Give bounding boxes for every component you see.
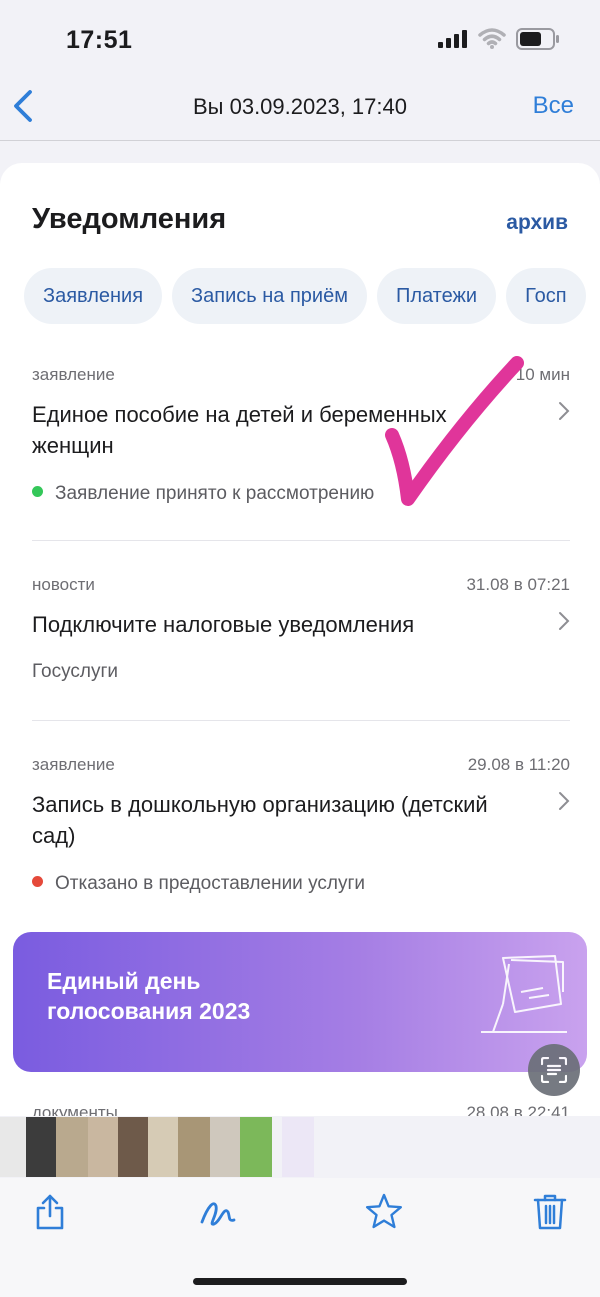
item-title: Подключите налоговые уведомления bbox=[32, 612, 415, 637]
notification-item[interactable]: заявление 29.08 в 11:20 Запись в дошколь… bbox=[32, 755, 570, 895]
thumbnail[interactable] bbox=[210, 1117, 240, 1177]
divider bbox=[32, 540, 570, 541]
item-status-text: Заявление принято к рассмотрению bbox=[55, 483, 375, 504]
thumbnail[interactable] bbox=[0, 1117, 26, 1177]
item-status-text: Отказано в предоставлении услуги bbox=[55, 873, 365, 894]
thumbnail-strip[interactable] bbox=[0, 1116, 600, 1178]
wifi-icon bbox=[478, 28, 506, 49]
all-photos-button[interactable]: Все bbox=[533, 92, 574, 120]
status-bar: 17:51 bbox=[0, 0, 600, 70]
item-time: 10 мин bbox=[515, 365, 570, 384]
battery-icon bbox=[516, 28, 559, 50]
thumbnail[interactable] bbox=[178, 1117, 210, 1177]
thumbnail[interactable] bbox=[88, 1117, 118, 1177]
trash-icon[interactable] bbox=[530, 1192, 570, 1232]
notification-item[interactable]: заявление 10 мин Единое пособие на детей… bbox=[32, 365, 570, 504]
photo-date-title: Вы 03.09.2023, 17:40 bbox=[193, 94, 407, 119]
live-text-button[interactable] bbox=[528, 1044, 580, 1096]
status-dot-red bbox=[32, 876, 43, 888]
thumbnail[interactable] bbox=[56, 1117, 88, 1177]
chevron-right-icon bbox=[559, 612, 570, 630]
share-icon[interactable] bbox=[30, 1192, 70, 1232]
chip-gos[interactable]: Госп bbox=[506, 268, 586, 324]
thumbnail[interactable] bbox=[240, 1117, 272, 1177]
thumbnail[interactable] bbox=[148, 1117, 178, 1177]
chip-payments[interactable]: Платежи bbox=[376, 268, 497, 324]
item-title: Запись в дошкольную организацию (детский… bbox=[32, 792, 488, 848]
thumbnail[interactable] bbox=[26, 1117, 56, 1177]
item-title: Единое пособие на детей и беременных жен… bbox=[32, 402, 447, 458]
chip-appointment[interactable]: Запись на приём bbox=[172, 268, 367, 324]
favorite-star-icon[interactable] bbox=[364, 1192, 404, 1232]
status-time: 17:51 bbox=[66, 26, 133, 54]
chevron-right-icon bbox=[559, 792, 570, 810]
item-category: новости bbox=[32, 575, 95, 594]
divider bbox=[32, 720, 570, 721]
text-scan-icon bbox=[541, 1057, 567, 1083]
page-title: Уведомления bbox=[32, 203, 227, 235]
ballot-box-icon bbox=[481, 955, 567, 1033]
item-time: 29.08 в 11:20 bbox=[467, 755, 570, 774]
item-source: Госуслуги bbox=[32, 661, 119, 682]
markup-icon[interactable] bbox=[198, 1192, 238, 1232]
item-time: 31.08 в 07:21 bbox=[466, 575, 570, 594]
thumbnail-current[interactable] bbox=[282, 1117, 314, 1177]
cellular-signal-icon bbox=[438, 30, 467, 48]
item-status: Отказано в предоставлении услуги bbox=[32, 873, 365, 895]
item-category: заявление bbox=[32, 755, 115, 774]
home-indicator bbox=[193, 1278, 407, 1285]
filter-chips: Заявления Запись на приём Платежи Госп bbox=[24, 268, 596, 326]
item-status: Заявление принято к рассмотрению bbox=[32, 483, 374, 505]
chip-applications[interactable]: Заявления bbox=[24, 268, 163, 324]
notification-item[interactable]: новости 31.08 в 07:21 Подключите налогов… bbox=[32, 575, 570, 695]
item-category: заявление bbox=[32, 365, 115, 384]
notifications-screen: Уведомления архив Заявления Запись на при… bbox=[0, 163, 600, 1123]
voting-promo-banner[interactable]: Единый день голосования 2023 bbox=[13, 932, 587, 1072]
promo-text: Единый день голосования 2023 bbox=[47, 968, 251, 1024]
navigation-bar: Вы 03.09.2023, 17:40 Все bbox=[0, 70, 600, 141]
thumbnail[interactable] bbox=[118, 1117, 148, 1177]
chevron-right-icon bbox=[559, 402, 570, 420]
status-dot-green bbox=[32, 486, 43, 498]
archive-link[interactable]: архив bbox=[506, 211, 568, 235]
